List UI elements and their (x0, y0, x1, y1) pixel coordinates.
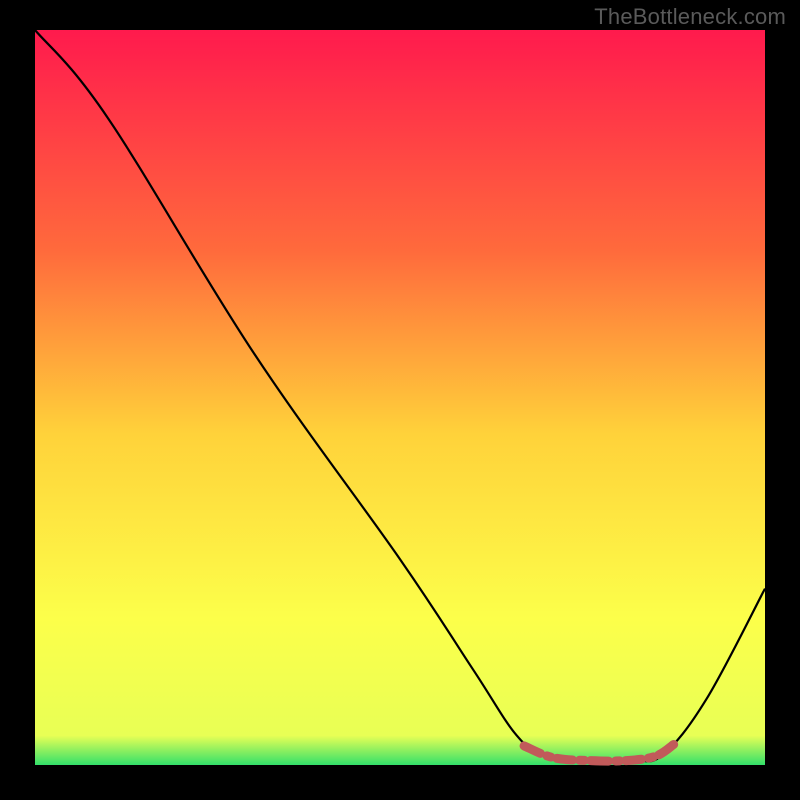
watermark-text: TheBottleneck.com (594, 4, 786, 30)
bottleneck-chart (0, 0, 800, 800)
chart-plot-area (35, 30, 765, 765)
